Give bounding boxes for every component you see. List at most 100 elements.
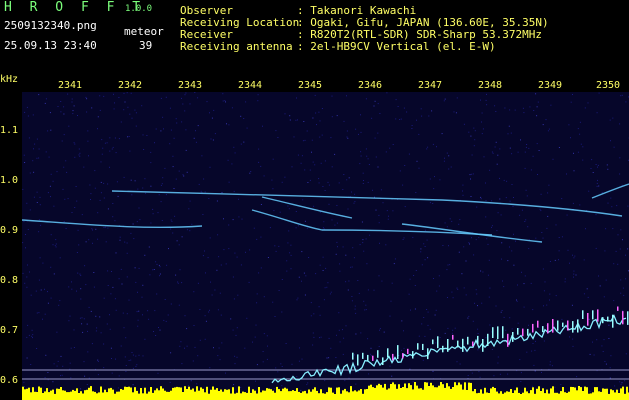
drift-spike	[507, 333, 509, 347]
noise-pixel	[465, 260, 467, 262]
noise-pixel	[279, 211, 281, 213]
noise-pixel	[197, 125, 199, 127]
noise-pixel	[25, 234, 26, 235]
noise-level-bar	[382, 387, 384, 400]
noise-pixel	[301, 358, 303, 360]
noise-pixel	[210, 138, 212, 140]
noise-pixel	[359, 163, 361, 165]
noise-pixel	[183, 175, 185, 177]
app-title: H R O F F T	[4, 0, 146, 15]
noise-level-bar	[328, 387, 330, 400]
noise-level-bar	[326, 392, 328, 400]
noise-level-bar	[558, 393, 560, 400]
noise-level-bar	[290, 391, 292, 400]
noise-pixel	[162, 177, 164, 179]
noise-level-bar	[146, 393, 148, 400]
noise-pixel	[446, 226, 448, 228]
noise-pixel	[256, 238, 258, 240]
noise-pixel	[411, 128, 413, 129]
noise-pixel	[620, 292, 622, 294]
noise-level-bar	[590, 393, 592, 400]
noise-pixel	[511, 250, 513, 252]
noise-pixel	[36, 348, 38, 349]
noise-pixel	[610, 355, 612, 357]
noise-level-bar	[166, 391, 168, 400]
noise-level-bar	[386, 389, 388, 400]
noise-pixel	[102, 147, 104, 149]
drift-spike	[477, 335, 479, 345]
noise-pixel	[369, 234, 371, 236]
noise-level-bar	[372, 387, 374, 400]
noise-pixel	[589, 390, 591, 392]
noise-level-bar	[74, 390, 76, 400]
drift-spike	[602, 317, 604, 324]
noise-pixel	[366, 263, 368, 265]
noise-pixel	[603, 339, 605, 341]
noise-pixel	[71, 98, 73, 100]
noise-level-bar	[286, 388, 288, 400]
noise-pixel	[181, 363, 183, 365]
noise-pixel	[443, 100, 445, 102]
noise-pixel	[126, 313, 128, 315]
noise-pixel	[155, 128, 157, 130]
noise-pixel	[138, 207, 140, 209]
noise-pixel	[321, 108, 323, 109]
noise-pixel	[625, 101, 627, 103]
x-tick-label: 2346	[357, 80, 383, 91]
noise-pixel	[331, 95, 333, 97]
noise-level-bar	[462, 389, 464, 400]
noise-pixel	[539, 208, 541, 210]
noise-pixel	[617, 263, 619, 265]
noise-pixel	[604, 250, 606, 252]
noise-pixel	[561, 318, 563, 320]
drift-spike	[397, 345, 399, 359]
noise-pixel	[56, 171, 58, 173]
noise-pixel	[197, 282, 199, 284]
noise-pixel	[201, 155, 203, 157]
noise-pixel	[478, 371, 480, 373]
noise-pixel	[524, 167, 526, 169]
noise-level-bar	[308, 389, 310, 400]
noise-level-bar	[496, 391, 498, 400]
noise-pixel	[373, 105, 375, 107]
noise-pixel	[591, 159, 593, 161]
noise-level-bar	[574, 387, 576, 400]
x-tick-label: 2350	[595, 80, 621, 91]
noise-pixel	[73, 329, 75, 331]
noise-level-bar	[576, 390, 578, 400]
noise-pixel	[433, 278, 434, 279]
noise-pixel	[297, 154, 299, 156]
noise-pixel	[455, 112, 457, 114]
noise-pixel	[275, 250, 277, 252]
noise-level-bar	[368, 385, 370, 400]
noise-level-bar	[448, 386, 450, 400]
noise-pixel	[552, 158, 554, 160]
noise-level-bar	[96, 393, 98, 400]
noise-level-bar	[554, 392, 556, 400]
noise-pixel	[188, 208, 190, 210]
noise-pixel	[496, 163, 498, 165]
noise-pixel	[296, 376, 298, 377]
noise-pixel	[92, 229, 93, 231]
noise-level-bar	[104, 389, 106, 400]
noise-pixel	[62, 365, 64, 367]
noise-pixel	[486, 104, 488, 106]
noise-level-bar	[420, 388, 422, 400]
noise-pixel	[389, 315, 391, 317]
noise-pixel	[118, 375, 120, 377]
noise-pixel	[355, 333, 357, 335]
drift-spike	[517, 328, 519, 335]
noise-level-bar	[188, 386, 190, 400]
noise-pixel	[31, 329, 33, 331]
noise-pixel	[260, 204, 262, 205]
noise-pixel	[361, 221, 363, 223]
noise-pixel	[468, 315, 470, 317]
noise-pixel	[137, 319, 139, 321]
noise-pixel	[60, 101, 62, 102]
noise-pixel	[240, 143, 242, 145]
noise-pixel	[572, 202, 574, 204]
noise-pixel	[489, 287, 491, 289]
noise-pixel	[135, 355, 137, 357]
noise-pixel	[188, 385, 189, 387]
noise-pixel	[471, 372, 473, 374]
